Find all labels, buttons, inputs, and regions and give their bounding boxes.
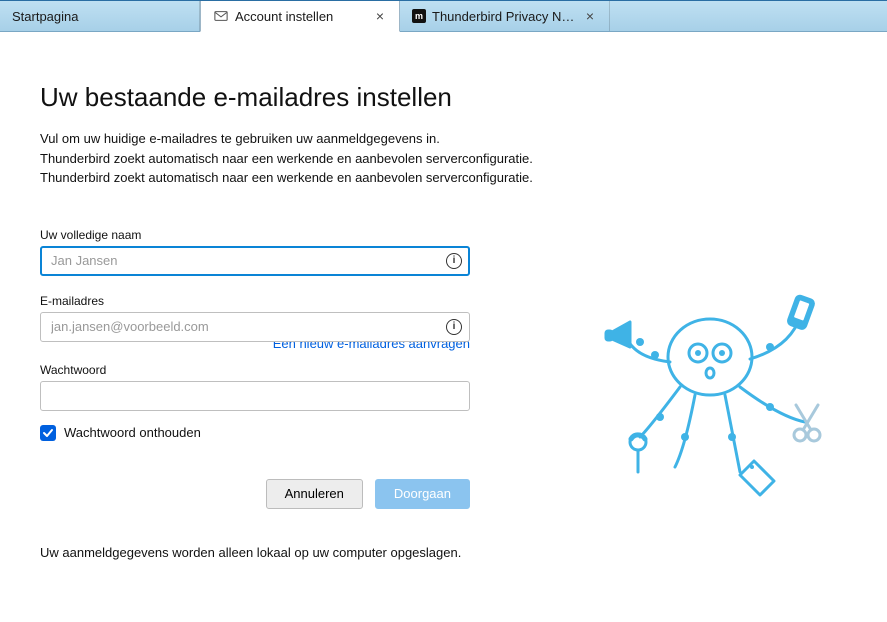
info-icon[interactable]: i [446,319,462,335]
password-field[interactable] [40,381,470,411]
footnote-text: Uw aanmeldgegevens worden alleen lokaal … [40,545,470,560]
tab-account-instellen[interactable]: Account instellen × [200,1,400,32]
setup-account-panel: Uw bestaande e-mailadres instellen Vul o… [0,32,887,622]
intro-text: Vul om uw huidige e-mailadres te gebruik… [40,129,847,188]
close-icon[interactable]: × [373,9,387,23]
tab-privacy-notice[interactable]: m Thunderbird Privacy Notice × [400,1,610,31]
close-icon[interactable]: × [583,9,597,23]
email-field[interactable] [40,312,470,342]
octopus-illustration [600,287,840,497]
tab-label: Thunderbird Privacy Notice [432,9,577,24]
email-label: E-mailadres [40,294,470,308]
remember-password-label: Wachtwoord onthouden [64,425,201,440]
check-icon [42,427,54,439]
intro-line: Thunderbird zoekt automatisch naar een w… [40,168,847,188]
tab-label: Account instellen [235,9,367,24]
remember-password-checkbox[interactable] [40,425,56,441]
password-label: Wachtwoord [40,363,470,377]
intro-line: Thunderbird zoekt automatisch naar een w… [40,149,847,169]
intro-line: Vul om uw huidige e-mailadres te gebruik… [40,129,847,149]
tab-label: Startpagina [12,9,187,24]
page-title: Uw bestaande e-mailadres instellen [40,82,847,113]
name-label: Uw volledige naam [40,228,470,242]
account-form: Uw volledige naam i E-mailadres i Een ni… [40,228,470,560]
tab-bar: Startpagina Account instellen × m Thunde… [0,0,887,32]
info-icon[interactable]: i [446,253,462,269]
m-logo-icon: m [412,9,426,23]
continue-button[interactable]: Doorgaan [375,479,470,509]
tab-startpagina[interactable]: Startpagina [0,1,200,31]
mail-icon [213,8,229,24]
name-field[interactable] [40,246,470,276]
cancel-button[interactable]: Annuleren [266,479,363,509]
